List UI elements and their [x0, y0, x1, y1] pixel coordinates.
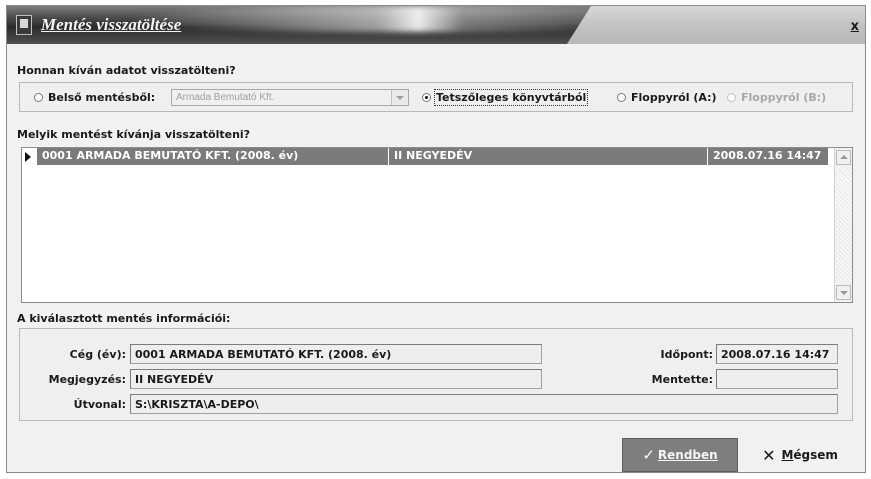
row-pointer-icon: [25, 152, 31, 162]
close-button[interactable]: x: [851, 19, 859, 34]
chevron-down-icon[interactable]: [391, 90, 408, 105]
note-field: II NEGYEDÉV: [130, 369, 542, 389]
cancel-button[interactable]: ✕ Mégsem: [750, 438, 850, 472]
vertical-scrollbar[interactable]: [834, 148, 852, 302]
radio-dot: [617, 93, 626, 102]
radio-internal-backup[interactable]: Belső mentésből:: [34, 91, 155, 104]
source-heading: Honnan kíván adatot visszatölteni?: [17, 64, 236, 77]
saved-by-field: [716, 369, 838, 389]
table-row[interactable]: 0001 ARMADA BEMUTATÓ KFT. (2008. év) II …: [22, 148, 828, 165]
radio-dot: [34, 93, 43, 102]
info-heading: A kiválasztott mentés információi:: [17, 312, 231, 325]
note-label: Megjegyzés:: [48, 373, 126, 386]
path-label: Útvonal:: [73, 398, 126, 411]
path-field: S:\KRISZTA\A-DEPO\: [130, 394, 838, 414]
title-bar[interactable]: Mentés visszatöltése x: [7, 6, 865, 44]
radio-label: Tetszőleges könyvtárból: [433, 89, 589, 106]
scroll-down-icon[interactable]: [836, 285, 851, 300]
saved-by-label: Mentette:: [651, 373, 713, 386]
time-label: Időpont:: [660, 348, 713, 361]
ok-button-label: Rendben: [657, 448, 718, 462]
time-field: 2008.07.16 14:47: [716, 344, 838, 364]
radio-floppy-b: Floppyról (B:): [727, 91, 826, 104]
window-title: Mentés visszatöltése: [41, 15, 182, 34]
radio-label: Floppyról (B:): [741, 91, 827, 104]
backup-list[interactable]: 0001 ARMADA BEMUTATÓ KFT. (2008. év) II …: [21, 147, 853, 303]
cell-note: II NEGYEDÉV: [394, 149, 473, 162]
ok-button[interactable]: ✓ Rendben: [622, 438, 738, 472]
cancel-button-label: Mégsem: [781, 448, 838, 462]
cell-datetime: 2008.07.16 14:47: [713, 149, 822, 162]
radio-any-directory[interactable]: Tetszőleges könyvtárból: [422, 89, 589, 106]
radio-floppy-a[interactable]: Floppyról (A:): [617, 91, 717, 104]
radio-label: Floppyról (A:): [631, 91, 717, 104]
app-icon: [16, 15, 32, 35]
scroll-up-icon[interactable]: [836, 150, 851, 165]
checkmark-icon: ✓: [642, 446, 655, 464]
info-group: Cég (év): 0001 ARMADA BEMUTATÓ KFT. (200…: [19, 328, 853, 421]
backups-heading: Melyik mentést kívánja visszatölteni?: [17, 128, 251, 141]
combo-value: Armada Bemutató Kft.: [176, 92, 275, 103]
company-field: 0001 ARMADA BEMUTATÓ KFT. (2008. év): [130, 344, 542, 364]
restore-backup-dialog: Mentés visszatöltése x Honnan kíván adat…: [6, 5, 866, 473]
source-group: Belső mentésből: Armada Bemutató Kft. Te…: [19, 82, 853, 112]
cell-company: 0001 ARMADA BEMUTATÓ KFT. (2008. év): [42, 149, 299, 162]
company-label: Cég (év):: [69, 348, 126, 361]
radio-dot: [422, 93, 431, 102]
close-icon: ✕: [762, 445, 776, 465]
radio-dot: [727, 93, 736, 102]
radio-label: Belső mentésből:: [48, 91, 156, 104]
internal-backup-combo[interactable]: Armada Bemutató Kft.: [171, 89, 409, 106]
